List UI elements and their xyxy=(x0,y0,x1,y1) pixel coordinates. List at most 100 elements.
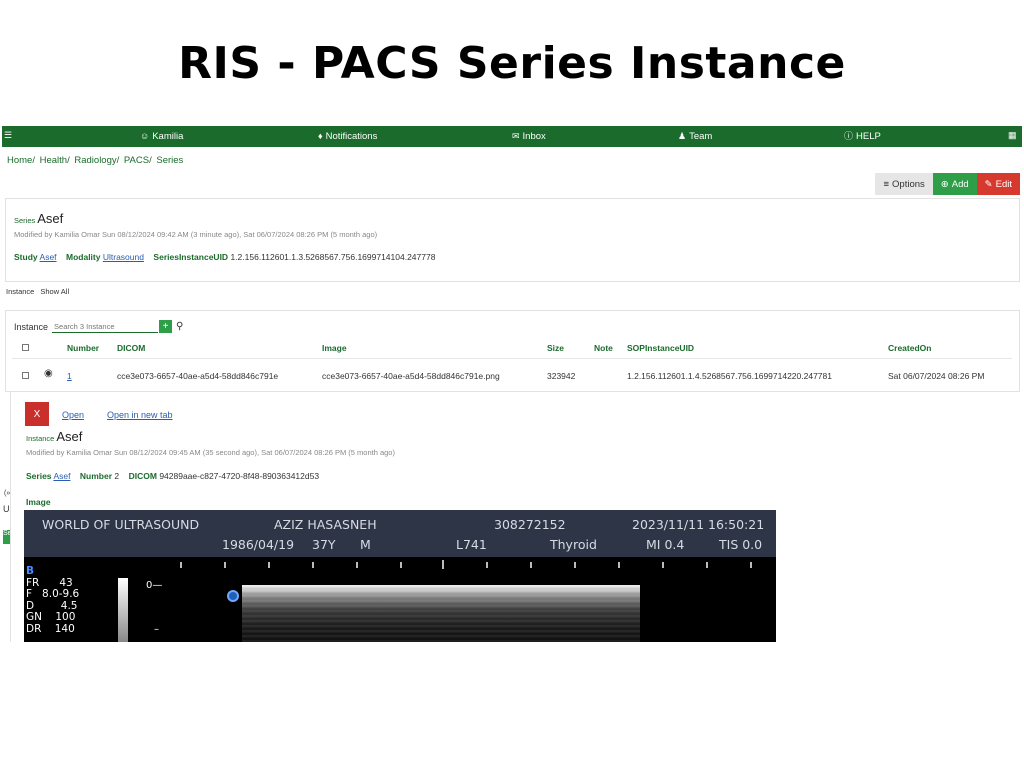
breadcrumb: Home/ Health/ Radiology/ PACS/ Series xyxy=(7,155,185,166)
scale-tick xyxy=(662,562,664,568)
col-sop-uid[interactable]: SOPInstanceUID xyxy=(627,343,694,353)
row-created-on: Sat 06/07/2024 08:26 PM xyxy=(888,371,985,381)
instance-series-label: Series xyxy=(26,471,52,481)
add-label: Add xyxy=(951,178,969,190)
tab-show-all[interactable]: Show All xyxy=(39,286,70,297)
col-number[interactable]: Number xyxy=(67,343,99,353)
us-dob: 1986/04/19 xyxy=(222,537,295,552)
instance-modified: Modified by Kamilia Omar Sun 08/12/2024 … xyxy=(26,448,395,457)
image-section: Image xyxy=(26,497,51,507)
study-label: Study xyxy=(14,252,38,262)
row-image: cce3e073-6657-40ae-a5d4-58dd846c791e.png xyxy=(322,371,500,381)
study-link[interactable]: Asef xyxy=(40,252,57,262)
scale-tick xyxy=(180,562,182,568)
nav-user[interactable]: ☺ Kamilia xyxy=(140,131,183,142)
instance-type-label: Instance xyxy=(26,434,55,443)
us-age: 37Y xyxy=(312,537,336,552)
page-title: RIS - PACS Series Instance xyxy=(178,38,846,89)
add-instance-button[interactable]: + xyxy=(159,320,173,333)
col-dicom[interactable]: DICOM xyxy=(117,343,145,353)
row-checkbox[interactable] xyxy=(22,372,29,379)
row-dicom: cce3e073-6657-40ae-a5d4-58dd846c791e xyxy=(117,371,279,381)
instance-number-value: 2 xyxy=(114,471,120,481)
us-mi: MI 0.4 xyxy=(646,537,685,552)
tab-instance[interactable]: Instance xyxy=(5,286,35,297)
depth-zero-marker: 0— xyxy=(146,580,163,591)
add-button[interactable]: ⊕ Add xyxy=(932,173,977,195)
close-button[interactable]: X xyxy=(25,402,49,426)
depth-marker: – xyxy=(154,624,159,635)
modality-link[interactable]: Ultrasound xyxy=(103,252,144,262)
scale-tick xyxy=(486,562,488,568)
breadcrumb-pacs[interactable]: PACS/ xyxy=(124,155,152,166)
col-created-on[interactable]: CreatedOn xyxy=(888,343,931,353)
col-size[interactable]: Size xyxy=(547,343,564,353)
instance-search-label: Instance xyxy=(14,321,49,332)
instance-dicom-value: 94289aae-c827-4720-8f48-890363412d53 xyxy=(159,471,320,481)
nav-inbox-label: Inbox xyxy=(522,131,546,142)
series-uid-label: SeriesInstanceUID xyxy=(153,252,229,262)
nav-help[interactable]: ⓘ HELP xyxy=(844,131,881,142)
scale-tick xyxy=(400,562,402,568)
series-name: Asef xyxy=(37,211,64,226)
us-mode: B xyxy=(26,565,35,577)
scale-tick xyxy=(312,562,314,568)
us-sex: M xyxy=(360,537,371,552)
col-image[interactable]: Image xyxy=(322,343,347,353)
search-icon[interactable]: ⚲ xyxy=(176,321,183,332)
scale-tick xyxy=(750,562,752,568)
instance-dicom-label: DICOM xyxy=(128,471,157,481)
us-parameters: B FR 43 F 8.0-9.6 D 4.5 GN 100 DR 140 xyxy=(26,565,79,635)
open-new-tab-link[interactable]: Open in new tab xyxy=(107,410,173,420)
breadcrumb-home[interactable]: Home/ xyxy=(7,155,35,166)
probe-orientation-icon xyxy=(227,590,239,602)
instance-series-link[interactable]: Asef xyxy=(53,471,70,481)
breadcrumb-health[interactable]: Health/ xyxy=(40,155,70,166)
layers-menu-icon[interactable]: ☰ xyxy=(4,131,12,140)
ultrasound-image[interactable]: WORLD OF ULTRASOUND AZIZ HASASNEH 308272… xyxy=(24,510,776,642)
app-screenshot: ☰ ☺ Kamilia ♦ Notifications ✉ Inbox ♟ Te… xyxy=(2,126,1022,642)
scale-tick xyxy=(268,562,270,568)
breadcrumb-radiology[interactable]: Radiology/ xyxy=(74,155,119,166)
ultrasound-scan-area xyxy=(242,585,640,642)
scale-tick xyxy=(530,562,532,568)
us-param: DR 140 xyxy=(26,622,75,635)
eye-icon[interactable]: ◉ xyxy=(44,368,53,379)
row-size: 323942 xyxy=(547,371,576,381)
pencil-icon: ✎ xyxy=(984,178,993,190)
scale-tick xyxy=(356,562,358,568)
subtabs: Instance Show All xyxy=(5,286,70,297)
scale-tick xyxy=(706,562,708,568)
scale-tick xyxy=(574,562,576,568)
nav-inbox[interactable]: ✉ Inbox xyxy=(512,131,546,142)
scale-tick xyxy=(224,562,226,568)
open-link[interactable]: Open xyxy=(62,410,84,420)
row-number-link[interactable]: 1 xyxy=(67,371,72,381)
grayscale-bar xyxy=(118,578,128,642)
nav-team[interactable]: ♟ Team xyxy=(678,131,712,142)
series-card: Series Asef Modified by Kamilia Omar Sun… xyxy=(5,198,1020,282)
plus-circle-icon: ⊕ xyxy=(940,178,949,190)
edit-button[interactable]: ✎ Edit xyxy=(976,173,1020,195)
instance-search-input[interactable] xyxy=(52,320,159,333)
us-tis: TIS 0.0 xyxy=(719,537,763,552)
us-exam: Thyroid xyxy=(550,537,597,552)
row-sop-uid: 1.2.156.112601.1.4.5268567.756.169971422… xyxy=(627,371,832,381)
col-note[interactable]: Note xyxy=(594,343,613,353)
instance-details: Series Asef Number 2 DICOM 94289aae-c827… xyxy=(26,471,319,481)
instance-search-row: Instance + ⚲ xyxy=(14,320,183,333)
top-nav-bar: ☰ ☺ Kamilia ♦ Notifications ✉ Inbox ♟ Te… xyxy=(2,126,1022,147)
series-modified: Modified by Kamilia Omar Sun 08/12/2024 … xyxy=(14,230,378,239)
envelope-icon: ✉ xyxy=(512,131,520,141)
nav-team-label: Team xyxy=(689,131,713,142)
us-patient-name: AZIZ HASASNEH xyxy=(274,517,377,532)
options-button[interactable]: ≡ Options xyxy=(875,173,933,195)
scale-tick xyxy=(618,562,620,568)
us-probe: L741 xyxy=(456,537,487,552)
series-details: Study Asef Modality Ultrasound SeriesIns… xyxy=(14,252,435,262)
nav-user-label: Kamilia xyxy=(152,131,184,142)
select-all-checkbox[interactable] xyxy=(22,344,29,351)
grid-menu-icon[interactable]: ▦ xyxy=(1008,131,1017,140)
nav-notifications[interactable]: ♦ Notifications xyxy=(318,131,377,142)
breadcrumb-series[interactable]: Series xyxy=(156,155,183,166)
